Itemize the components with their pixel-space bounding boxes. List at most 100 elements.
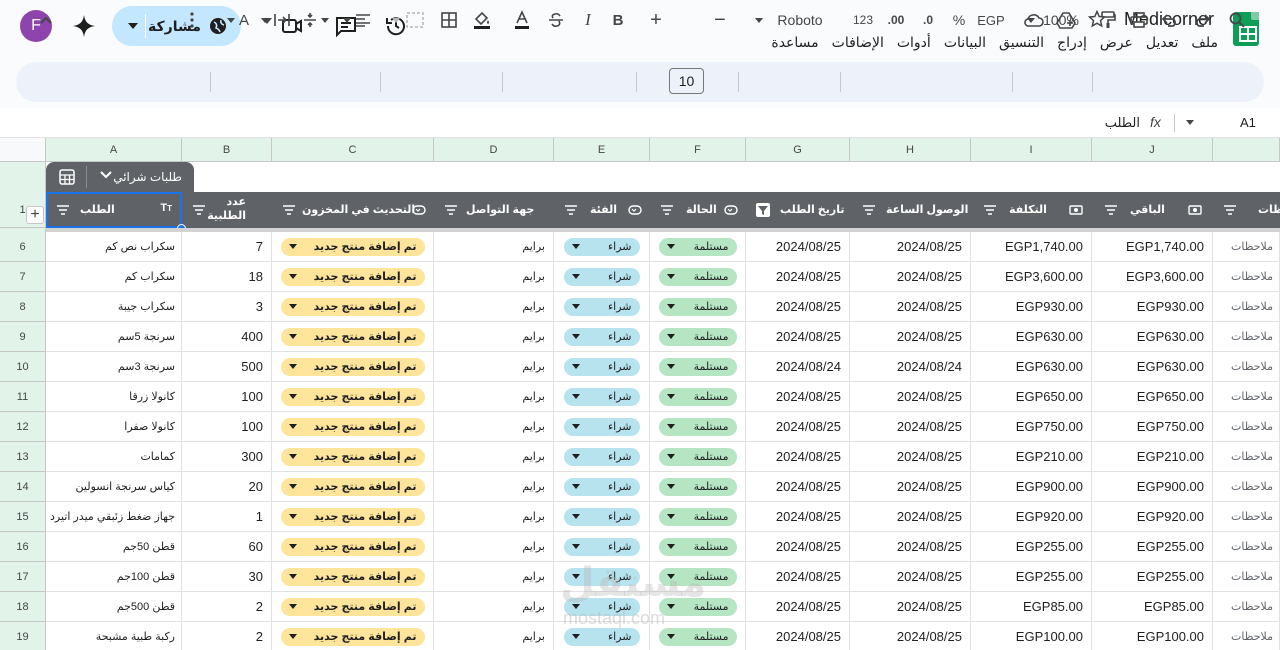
cell-order-date[interactable]: 2024/08/25 — [746, 262, 850, 292]
row-header[interactable]: 15 — [0, 502, 46, 532]
cell-notes[interactable]: ملاحظات — [1213, 262, 1280, 292]
row-header[interactable]: 12 — [0, 412, 46, 442]
cell-quantity[interactable]: 100 — [182, 412, 272, 442]
cell-order-date[interactable]: 2024/08/24 — [746, 352, 850, 382]
table-tab[interactable]: طلبات شرائي — [46, 162, 194, 192]
cell-category[interactable]: شراء — [554, 532, 650, 562]
column-header-g[interactable]: G — [746, 138, 850, 162]
cell-inventory[interactable]: تم إضافة منتج جديد — [272, 382, 434, 412]
cell-notes[interactable]: ملاحظات — [1213, 592, 1280, 622]
cell-order-date[interactable]: 2024/08/25 — [746, 322, 850, 352]
cell-inventory-chip[interactable]: تم إضافة منتج جديد — [280, 447, 425, 466]
cell-arrival-date[interactable]: 2024/08/25 — [850, 532, 971, 562]
chip-dropdown-icon[interactable] — [666, 394, 675, 399]
row-header[interactable]: 11 — [0, 382, 46, 412]
cell-contact[interactable]: برايم — [434, 592, 554, 622]
chip-dropdown-icon[interactable] — [288, 304, 297, 309]
cell-quantity[interactable]: 100 — [182, 382, 272, 412]
chip-dropdown-icon[interactable] — [288, 394, 297, 399]
row-header[interactable]: 14 — [0, 472, 46, 502]
cell-quantity[interactable]: 300 — [182, 442, 272, 472]
column-header-f[interactable]: F — [650, 138, 746, 162]
cell-contact[interactable]: برايم — [434, 622, 554, 650]
cell-category[interactable]: شراء — [554, 472, 650, 502]
cell-category[interactable]: شراء — [554, 322, 650, 352]
cell-inventory-chip[interactable]: تم إضافة منتج جديد — [280, 477, 425, 496]
cell-status-chip[interactable]: مستلمة — [658, 477, 737, 496]
cell-quantity[interactable]: 60 — [182, 532, 272, 562]
cell-inventory[interactable]: تم إضافة منتج جديد — [272, 412, 434, 442]
cell-notes[interactable]: ملاحظات — [1213, 502, 1280, 532]
cell-order-date[interactable]: 2024/08/25 — [746, 502, 850, 532]
chip-dropdown-icon[interactable] — [571, 364, 580, 369]
chip-dropdown-icon[interactable] — [571, 454, 580, 459]
cell-inventory-chip[interactable]: تم إضافة منتج جديد — [280, 417, 425, 436]
cell-category-chip[interactable]: شراء — [563, 417, 640, 436]
chip-dropdown-icon[interactable] — [666, 544, 675, 549]
cell-inventory-chip[interactable]: تم إضافة منتج جديد — [280, 507, 425, 526]
cell-status[interactable]: مستلمة — [650, 292, 746, 322]
chip-dropdown-icon[interactable] — [571, 634, 580, 639]
cell-status-chip[interactable]: مستلمة — [658, 597, 737, 616]
cell-contact[interactable]: برايم — [434, 502, 554, 532]
row-header[interactable]: 18 — [0, 592, 46, 622]
cell-status-chip[interactable]: مستلمة — [658, 507, 737, 526]
cell-quantity[interactable]: 20 — [182, 472, 272, 502]
cell-contact[interactable]: برايم — [434, 262, 554, 292]
cell-arrival-date[interactable]: 2024/08/25 — [850, 502, 971, 532]
cell-category[interactable]: شراء — [554, 262, 650, 292]
zoom-select[interactable]: 100% — [1018, 6, 1088, 34]
row-header[interactable]: 6 — [0, 232, 46, 262]
cell-quantity[interactable]: 1 — [182, 502, 272, 532]
more-options-icon[interactable] — [184, 6, 200, 34]
cell-inventory[interactable]: تم إضافة منتج جديد — [272, 292, 434, 322]
cell-remaining[interactable]: EGP1,740.00 — [1092, 232, 1213, 262]
cell-status[interactable]: مستلمة — [650, 562, 746, 592]
cell-inventory[interactable]: تم إضافة منتج جديد — [272, 532, 434, 562]
column-header-b[interactable]: B — [182, 138, 272, 162]
filter-icon[interactable] — [1104, 203, 1118, 217]
text-color-icon[interactable] — [512, 6, 532, 34]
cell-status-chip[interactable]: مستلمة — [658, 327, 737, 346]
paint-format-icon[interactable] — [1098, 6, 1118, 34]
chip-dropdown-icon[interactable] — [571, 604, 580, 609]
cell-order-item[interactable]: كياس سرنجة انسولين — [46, 472, 182, 502]
cell-category[interactable]: شراء — [554, 442, 650, 472]
cell-order-date[interactable]: 2024/08/25 — [746, 292, 850, 322]
cell-order-item[interactable]: قطن 500جم — [46, 592, 182, 622]
redo-icon[interactable] — [1192, 6, 1212, 34]
undo-icon[interactable] — [1160, 6, 1180, 34]
cell-order-item[interactable]: قطن 50جم — [46, 532, 182, 562]
menu-tools[interactable]: أدوات — [897, 34, 931, 51]
cell-status-chip[interactable]: مستلمة — [658, 447, 737, 466]
cell-quantity[interactable]: 500 — [182, 352, 272, 382]
chip-dropdown-icon[interactable] — [666, 634, 675, 639]
chip-dropdown-icon[interactable] — [571, 424, 580, 429]
cell-inventory-chip[interactable]: تم إضافة منتج جديد — [280, 297, 425, 316]
cell-notes[interactable]: ملاحظات — [1213, 322, 1280, 352]
chip-dropdown-icon[interactable] — [571, 274, 580, 279]
chip-dropdown-icon[interactable] — [666, 574, 675, 579]
cell-category-chip[interactable]: شراء — [563, 297, 640, 316]
cell-order-item[interactable]: سكراب كم — [46, 262, 182, 292]
menu-extensions[interactable]: الإضافات — [832, 34, 884, 51]
column-header-j[interactable]: J — [1092, 138, 1213, 162]
row-header[interactable]: 13 — [0, 442, 46, 472]
cell-inventory[interactable]: تم إضافة منتج جديد — [272, 562, 434, 592]
cell-cost[interactable]: EGP3,600.00 — [971, 262, 1092, 292]
cell-order-date[interactable]: 2024/08/25 — [746, 382, 850, 412]
chip-dropdown-icon[interactable] — [288, 604, 297, 609]
column-header-k[interactable] — [1213, 138, 1280, 162]
chip-dropdown-icon[interactable] — [288, 244, 297, 249]
cell-notes[interactable]: ملاحظات — [1213, 622, 1280, 650]
cell-category-chip[interactable]: شراء — [563, 507, 640, 526]
cell-status[interactable]: مستلمة — [650, 232, 746, 262]
chip-dropdown-icon[interactable] — [666, 604, 675, 609]
filter-icon[interactable] — [983, 203, 997, 217]
filter-icon[interactable] — [1223, 203, 1237, 217]
cell-order-item[interactable]: قطن 100جم — [46, 562, 182, 592]
cell-status-chip[interactable]: مستلمة — [658, 627, 737, 646]
cell-cost[interactable]: EGP930.00 — [971, 292, 1092, 322]
cell-remaining[interactable]: EGP900.00 — [1092, 472, 1213, 502]
cell-contact[interactable]: برايم — [434, 562, 554, 592]
